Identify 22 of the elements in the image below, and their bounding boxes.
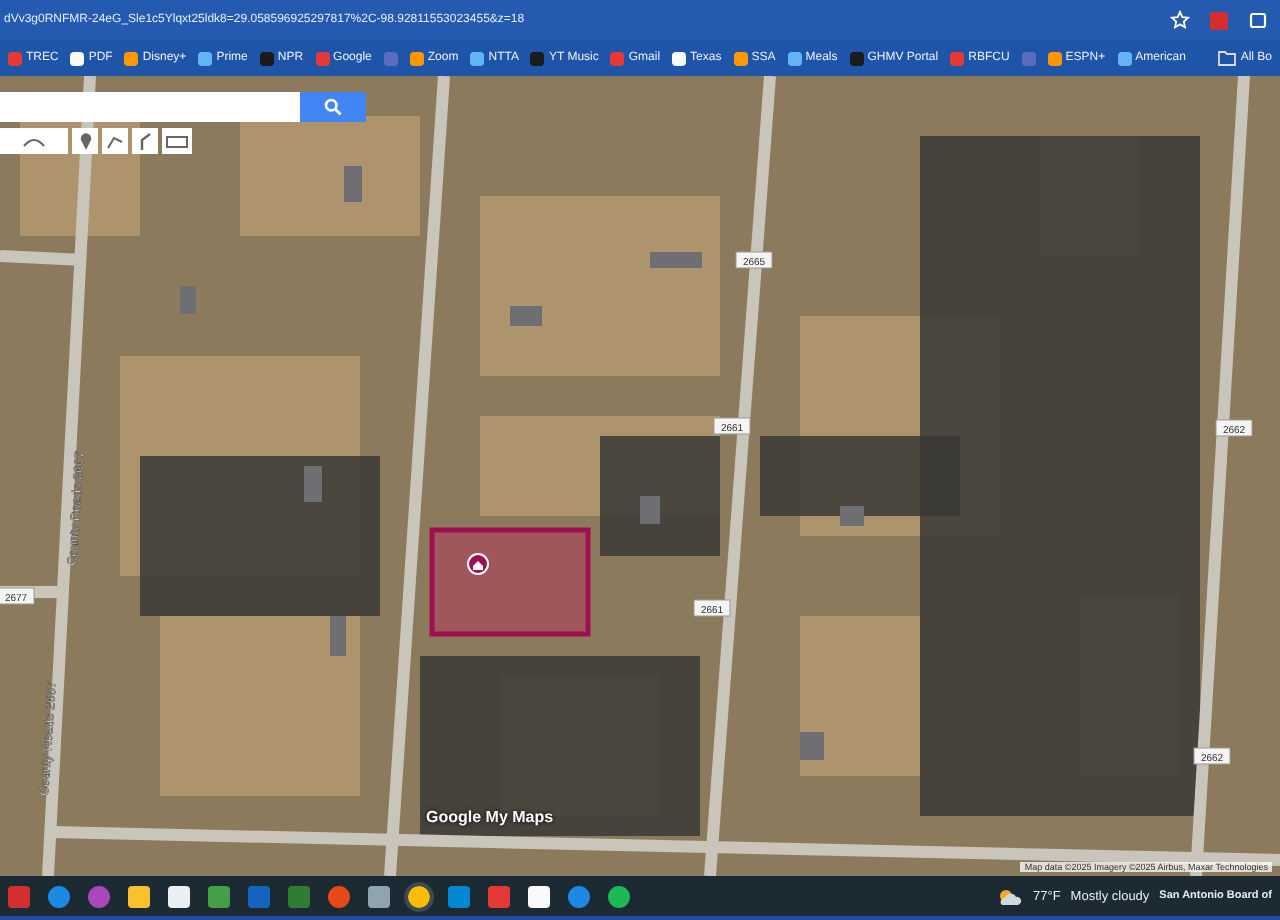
line-icon — [106, 132, 124, 150]
cloud-icon — [998, 887, 1023, 905]
satellite-map-drawing[interactable] — [0, 76, 1280, 876]
app-icon[interactable] — [368, 885, 390, 907]
marker-button[interactable] — [72, 128, 98, 154]
search-icon — [324, 98, 342, 116]
star-icon[interactable] — [1170, 10, 1190, 30]
house-roof — [304, 466, 322, 502]
search-field[interactable] — [0, 92, 300, 122]
house-roof — [330, 616, 346, 656]
house-roof — [640, 496, 660, 524]
pin-icon — [79, 132, 91, 150]
house-roof — [344, 166, 362, 202]
map-logo: Google My Maps — [426, 808, 554, 826]
house-roof — [800, 732, 824, 760]
house-roof — [650, 252, 702, 268]
house-roof — [510, 306, 542, 326]
app-icon[interactable] — [8, 885, 30, 907]
house-roof — [180, 286, 196, 314]
line-button[interactable] — [102, 128, 128, 154]
house-roof — [840, 506, 864, 526]
search-button[interactable] — [300, 92, 366, 122]
